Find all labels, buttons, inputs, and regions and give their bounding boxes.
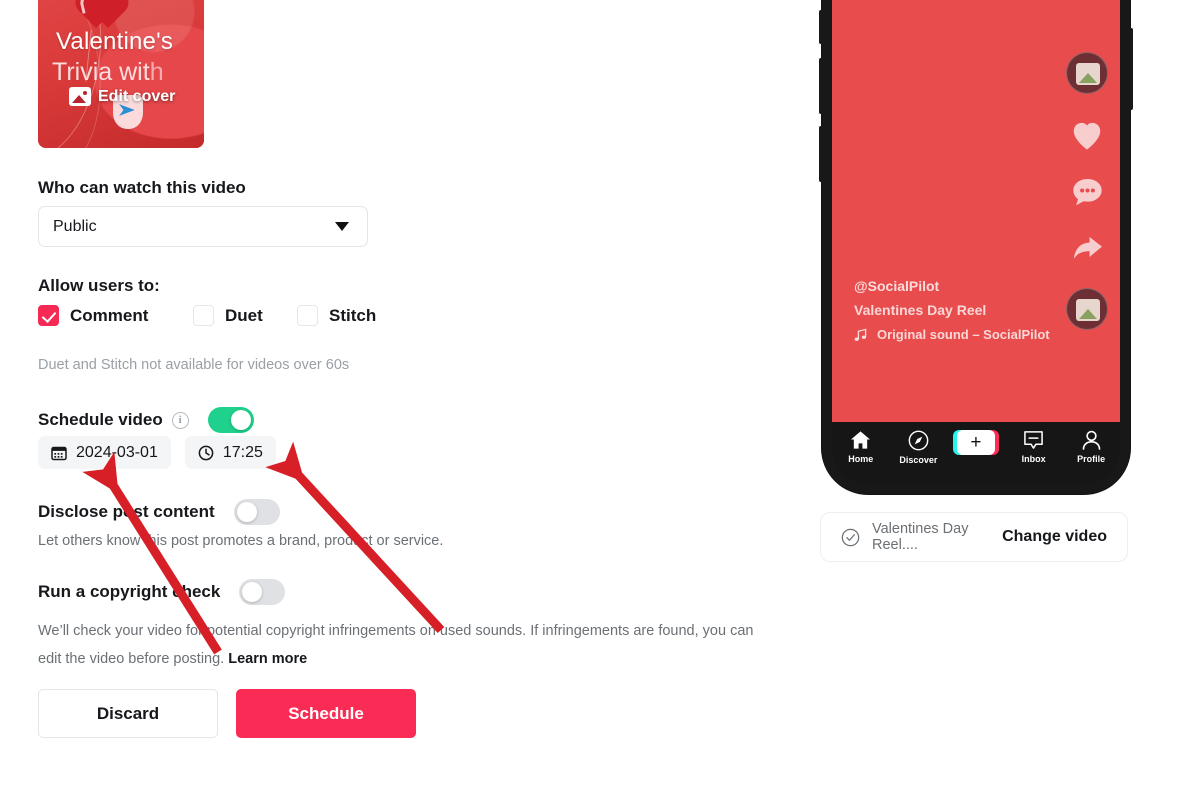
phone-side-button — [819, 10, 823, 44]
disclose-post-content-label: Disclose post content — [38, 502, 215, 521]
profile-avatar-icon[interactable] — [1066, 52, 1108, 94]
sound-disc-icon[interactable] — [1066, 288, 1108, 330]
clock-icon — [198, 445, 214, 460]
checkbox-comment-box[interactable] — [38, 305, 59, 326]
copyright-check-hint: We’ll check your video for potential cop… — [38, 617, 774, 673]
calendar-icon — [51, 446, 67, 460]
nav-item-discover-label: Discover — [899, 455, 938, 465]
chevron-down-icon — [335, 222, 349, 231]
change-video-bar: Valentines Day Reel.... Change video — [820, 512, 1128, 562]
nav-item-profile-label: Profile — [1077, 454, 1106, 464]
edit-cover-button[interactable]: Edit cover — [69, 87, 175, 106]
heart-icon[interactable] — [1070, 120, 1104, 151]
disclose-post-content-hint: Let others know this post promotes a bra… — [38, 533, 444, 549]
nav-item-home-label: Home — [848, 454, 874, 464]
privacy-label: Who can watch this video — [38, 178, 246, 197]
learn-more-link[interactable]: Learn more — [228, 651, 307, 667]
privacy-selected-value: Public — [53, 217, 97, 235]
checkbox-duet-label: Duet — [225, 305, 263, 325]
nav-item-discover[interactable]: Discover — [892, 430, 944, 465]
cover-text-line2-dim: h — [149, 58, 164, 86]
video-sound: Original sound – SocialPilot — [854, 327, 1050, 342]
nav-item-inbox[interactable]: Inbox — [1008, 430, 1060, 464]
phone-side-button — [1129, 28, 1133, 110]
toggle-knob — [242, 582, 263, 602]
cover-text-line2-strong: Trivia wit — [52, 58, 150, 86]
disclose-post-content-toggle[interactable] — [233, 499, 280, 525]
change-video-button[interactable]: Change video — [1002, 528, 1107, 546]
copyright-check-row: Run a copyright check — [38, 579, 286, 605]
share-icon[interactable] — [1071, 234, 1104, 262]
toggle-knob — [236, 502, 257, 522]
phone-screen: @SocialPilot Valentines Day Reel Origina… — [832, 0, 1120, 438]
inbox-icon — [1024, 431, 1043, 449]
video-author-handle: @SocialPilot — [854, 278, 940, 294]
schedule-video-label: Schedule video — [38, 410, 163, 429]
nav-item-inbox-label: Inbox — [1021, 454, 1046, 464]
phone-side-button — [819, 58, 823, 114]
schedule-video-page: Valentine's Trivia with Edit cover Who c… — [0, 0, 1180, 812]
nav-item-profile[interactable]: Profile — [1065, 430, 1117, 464]
video-meta: @SocialPilot Valentines Day Reel Origina… — [854, 278, 1050, 342]
checkbox-stitch-box[interactable] — [297, 305, 318, 326]
checkbox-comment[interactable]: Comment — [38, 305, 193, 326]
allow-users-label: Allow users to: — [38, 276, 160, 295]
copyright-check-toggle[interactable] — [239, 579, 286, 605]
phone-side-button — [819, 126, 823, 182]
schedule-time-picker[interactable]: 17:25 — [184, 436, 276, 469]
checkbox-comment-label: Comment — [70, 305, 149, 325]
allow-users-options: Comment Duet Stitch — [38, 305, 376, 326]
phone-bottom-nav: Home Discover + Inbox Profile — [832, 422, 1120, 484]
phone-preview: @SocialPilot Valentines Day Reel Origina… — [819, 0, 1133, 494]
toggle-knob — [230, 410, 251, 430]
copyright-check-hint-text: We’ll check your video for potential cop… — [38, 623, 754, 667]
privacy-select[interactable]: Public — [38, 206, 368, 247]
video-action-rail — [1066, 52, 1108, 330]
check-circle-icon — [841, 528, 860, 546]
checkbox-stitch[interactable]: Stitch — [297, 305, 376, 326]
compass-icon — [908, 430, 929, 451]
checkbox-duet-box[interactable] — [193, 305, 214, 326]
checkbox-duet[interactable]: Duet — [193, 305, 297, 326]
schedule-date-picker[interactable]: 2024-03-01 — [38, 436, 171, 469]
schedule-date-value: 2024-03-01 — [76, 443, 158, 461]
nav-item-home[interactable]: Home — [835, 430, 887, 464]
schedule-video-row: Schedule video i — [38, 407, 254, 433]
video-caption: Valentines Day Reel — [854, 302, 987, 318]
disclose-post-content-row: Disclose post content — [38, 499, 280, 525]
schedule-video-toggle[interactable] — [207, 407, 254, 433]
checkbox-stitch-label: Stitch — [329, 305, 377, 325]
uploaded-file-name: Valentines Day Reel.... — [872, 521, 969, 553]
info-icon[interactable]: i — [171, 411, 189, 429]
image-icon — [69, 87, 91, 106]
music-note-icon — [854, 328, 867, 341]
edit-cover-label: Edit cover — [98, 87, 176, 105]
plus-icon[interactable]: + — [952, 430, 999, 455]
schedule-datetime: 2024-03-01 17:25 — [38, 436, 276, 469]
copyright-check-label: Run a copyright check — [38, 582, 221, 601]
duet-stitch-hint: Duet and Stitch not available for videos… — [38, 357, 350, 373]
home-icon — [851, 431, 871, 449]
comment-icon[interactable] — [1071, 177, 1104, 208]
schedule-button[interactable]: Schedule — [236, 689, 416, 738]
nav-item-create[interactable]: + — [950, 430, 1002, 459]
cover-text-line2: Trivia with — [52, 58, 164, 87]
cover-text-line1: Valentine's — [56, 28, 174, 55]
schedule-time-value: 17:25 — [222, 443, 263, 461]
video-cover-thumbnail[interactable]: Valentine's Trivia with Edit cover — [38, 0, 204, 148]
person-icon — [1082, 430, 1100, 450]
video-sound-label: Original sound – SocialPilot — [877, 327, 1050, 342]
form-actions: Discard Schedule — [38, 689, 416, 738]
discard-button[interactable]: Discard — [38, 689, 218, 738]
